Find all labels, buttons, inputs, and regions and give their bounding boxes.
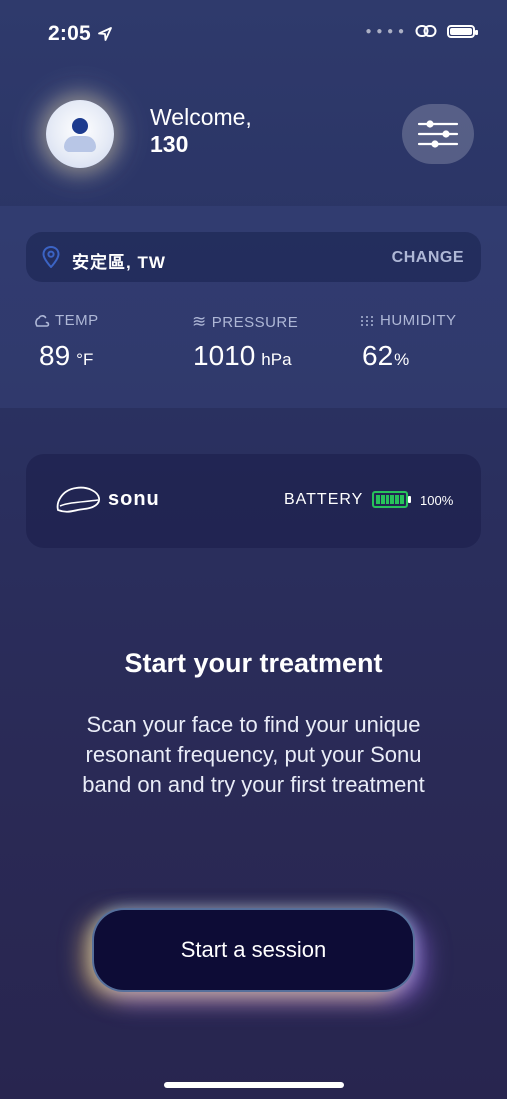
link-icon <box>415 25 437 37</box>
settings-button[interactable] <box>402 104 474 164</box>
start-session-label: Start a session <box>180 937 327 962</box>
humidity-unit: % <box>394 350 410 369</box>
temp-unit: °F <box>76 350 94 369</box>
humidity-value: 62% <box>362 340 409 372</box>
device-battery-tip <box>408 496 411 503</box>
treatment-title: Start your treatment <box>124 648 383 678</box>
pressure-label: ≋ PRESSURE <box>192 312 298 332</box>
phone-battery-icon <box>447 24 478 38</box>
device-battery-percent: 100% <box>420 493 454 508</box>
welcome-username: 130 <box>150 131 189 157</box>
pressure-number: 1010 <box>193 340 256 371</box>
humidity-number: 62 <box>362 340 394 371</box>
avatar-head-icon <box>72 118 88 134</box>
temp-icon <box>35 314 50 327</box>
location-name: 安定區, TW <box>72 253 166 272</box>
temp-label-text: TEMP <box>55 312 99 329</box>
status-time: 2:05 <box>48 22 113 46</box>
location-arrow-icon <box>97 27 112 41</box>
sonu-device-icon <box>56 486 100 513</box>
device-name: sonu <box>108 488 160 510</box>
pressure-value: 1010 hPa <box>193 340 292 372</box>
humidity-icon <box>361 315 373 326</box>
pressure-icon: ≋ <box>192 312 207 331</box>
welcome-block: Welcome, 130 <box>150 104 252 158</box>
location-pin-icon <box>42 246 60 268</box>
change-location-button[interactable]: CHANGE <box>392 249 464 267</box>
welcome-greeting: Welcome, <box>150 104 252 130</box>
temp-value: 89 °F <box>39 340 93 372</box>
status-indicators: ● ● ● ● <box>365 24 478 38</box>
device-battery-label: BATTERY <box>284 491 364 508</box>
avatar[interactable] <box>46 100 114 168</box>
treatment-description: Scan your face to find your unique reson… <box>82 712 425 797</box>
pressure-label-text: PRESSURE <box>211 313 299 331</box>
temp-label: TEMP <box>34 312 99 329</box>
home-indicator[interactable] <box>164 1082 344 1088</box>
humidity-label-text: HUMIDITY <box>380 312 457 329</box>
temp-number: 89 <box>39 340 71 371</box>
avatar-body-icon <box>64 136 96 152</box>
device-battery-icon <box>372 491 408 508</box>
status-time-text: 2:05 <box>48 22 91 45</box>
signal-icon: ● ● ● ● <box>365 25 405 37</box>
humidity-label: HUMIDITY <box>359 312 457 329</box>
sliders-icon <box>417 120 459 148</box>
start-session-button[interactable]: Start a session <box>92 908 415 992</box>
pressure-unit: hPa <box>261 350 292 369</box>
